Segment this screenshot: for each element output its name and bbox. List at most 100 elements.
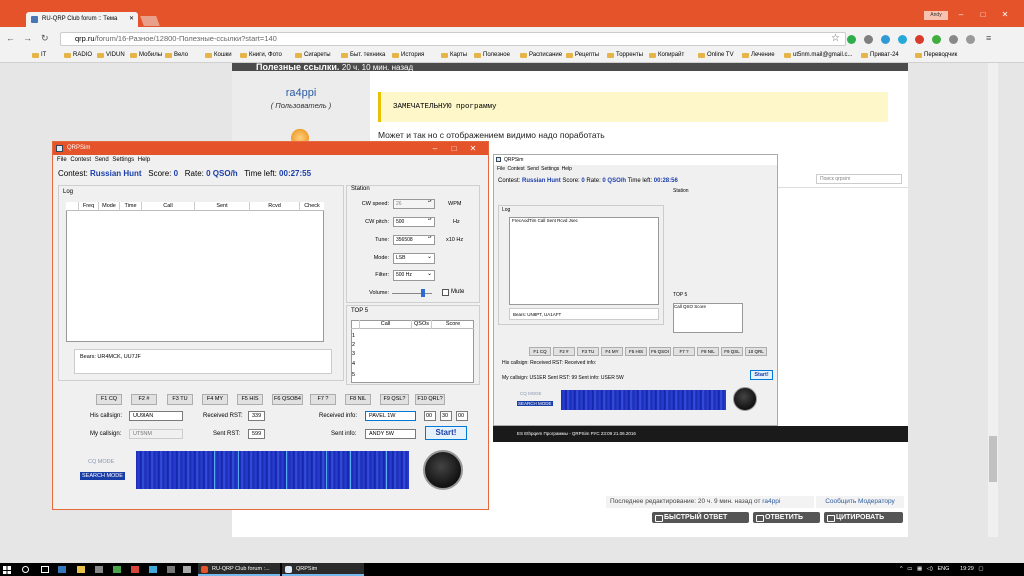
post-username[interactable]: ra4ppi bbox=[232, 87, 370, 99]
task-view-icon[interactable] bbox=[41, 566, 49, 573]
back-icon[interactable]: ← bbox=[6, 33, 15, 43]
scrollbar-thumb[interactable] bbox=[989, 436, 997, 482]
bookmark-item[interactable]: Расписание bbox=[520, 52, 562, 58]
bookmark-item[interactable]: Копирайт bbox=[649, 52, 684, 58]
f7-query-button[interactable]: F7 ? bbox=[310, 394, 336, 405]
menu-contest[interactable]: Contest bbox=[70, 157, 91, 163]
log-col-freq[interactable]: Freq bbox=[78, 202, 98, 211]
start-button[interactable]: Start! bbox=[425, 426, 467, 440]
log-col-check[interactable]: Check bbox=[299, 202, 324, 211]
search-icon[interactable] bbox=[22, 566, 29, 573]
waterfall-display[interactable] bbox=[136, 451, 409, 489]
windows-start-icon[interactable] bbox=[3, 566, 11, 574]
notifications-icon[interactable]: ▢ bbox=[978, 566, 983, 572]
received-info-input[interactable]: PAVEL 1W bbox=[365, 411, 416, 421]
f3-tu-button[interactable]: F3 TU bbox=[167, 394, 193, 405]
language-indicator[interactable]: ENG bbox=[937, 566, 949, 572]
timer-minutes-input[interactable]: 30 bbox=[440, 411, 452, 421]
log-col-time[interactable]: Time bbox=[119, 202, 141, 211]
bookmark-item[interactable]: Быт. техника bbox=[341, 52, 385, 58]
mute-checkbox[interactable] bbox=[442, 289, 449, 296]
log-col-rcvd[interactable]: Rcvd bbox=[249, 202, 299, 211]
bookmark-item[interactable]: Торренты bbox=[607, 52, 643, 58]
bookmark-item[interactable]: Сигареты bbox=[295, 52, 331, 58]
reply-button[interactable]: ОТВЕТИТЬ bbox=[753, 512, 820, 523]
app-icon[interactable] bbox=[183, 566, 191, 573]
battery-icon[interactable]: ▭ bbox=[907, 566, 912, 572]
extension-icon[interactable] bbox=[949, 35, 958, 44]
search-mode-toggle[interactable]: SEARCH MODE bbox=[80, 472, 125, 480]
extension-icon[interactable] bbox=[881, 35, 890, 44]
sent-info-input[interactable]: ANDY 5W bbox=[365, 429, 416, 439]
quote-button[interactable]: ЦИТИРОВАТЬ bbox=[824, 512, 903, 523]
extension-icon[interactable] bbox=[898, 35, 907, 44]
bookmark-item[interactable]: Приват-24 bbox=[861, 52, 899, 58]
extension-icon[interactable] bbox=[932, 35, 941, 44]
cw-pitch-spinner[interactable]: 500 bbox=[393, 217, 435, 227]
minimize-icon[interactable]: – bbox=[953, 9, 969, 21]
bookmark-item[interactable]: VIDUN bbox=[97, 52, 125, 58]
filter-select[interactable]: 500 Hz bbox=[393, 270, 435, 281]
volume-slider-thumb[interactable] bbox=[421, 289, 425, 297]
browser-tab[interactable]: RU-QRP Club forum :: Тема ✕ bbox=[26, 12, 138, 27]
bookmark-item[interactable]: Кошки bbox=[205, 52, 232, 58]
menu-settings[interactable]: Settings bbox=[112, 157, 134, 163]
maximize-icon[interactable]: □ bbox=[975, 9, 991, 21]
chevron-up-icon[interactable]: ^ bbox=[900, 566, 903, 572]
extension-icon[interactable] bbox=[966, 35, 975, 44]
extension-icon[interactable] bbox=[915, 35, 924, 44]
bookmark-star-icon[interactable]: ☆ bbox=[831, 33, 840, 44]
f8-nil-button[interactable]: F8 NIL bbox=[345, 394, 371, 405]
close-tab-icon[interactable]: ✕ bbox=[129, 15, 134, 22]
bookmark-item[interactable]: RADIO bbox=[64, 52, 92, 58]
bookmark-item[interactable]: Карты bbox=[441, 52, 467, 58]
store-icon[interactable] bbox=[95, 566, 103, 573]
top5-col-call[interactable]: Call bbox=[359, 320, 411, 329]
my-callsign-input[interactable]: UT5NM bbox=[129, 429, 183, 439]
f5-his-button[interactable]: F5 HIS bbox=[237, 394, 263, 405]
report-moderator-button[interactable]: Сообщить Модератору bbox=[816, 496, 904, 508]
log-table[interactable] bbox=[66, 202, 324, 342]
bookmark-item[interactable]: Полезное bbox=[474, 52, 510, 58]
extension-icon[interactable] bbox=[864, 35, 873, 44]
log-col-mode[interactable]: Mode bbox=[98, 202, 119, 211]
top5-col-score[interactable]: Score bbox=[431, 320, 474, 329]
log-col-call[interactable]: Call bbox=[141, 202, 194, 211]
new-tab-button[interactable] bbox=[140, 16, 160, 26]
qrpsim-maximize-icon[interactable]: □ bbox=[447, 142, 461, 155]
bookmark-item[interactable]: IT bbox=[32, 52, 46, 58]
edit-author-link[interactable]: ra4ppi bbox=[762, 498, 780, 505]
app-icon[interactable] bbox=[131, 566, 139, 573]
address-bar[interactable]: qrp.ru/forum/16-Разное/12800-Полезные-сс… bbox=[60, 32, 846, 46]
cq-mode-toggle[interactable]: CQ MODE bbox=[88, 459, 114, 465]
menu-file[interactable]: File bbox=[57, 157, 67, 163]
qrpsim-title-bar[interactable]: QRPSim bbox=[53, 142, 488, 155]
top5-col-qsos[interactable]: QSOs bbox=[411, 320, 431, 329]
timer-seconds-input[interactable]: 00 bbox=[456, 411, 468, 421]
mode-select[interactable]: LSB bbox=[393, 253, 435, 264]
extension-icon[interactable] bbox=[847, 35, 856, 44]
menu-help[interactable]: Help bbox=[138, 157, 150, 163]
volume-icon[interactable]: ◁) bbox=[927, 566, 933, 572]
clock[interactable]: 19:29 bbox=[960, 566, 974, 572]
bookmark-item[interactable]: Лечение bbox=[742, 52, 775, 58]
forward-icon[interactable]: → bbox=[23, 33, 32, 43]
tune-spinner[interactable]: 356508 bbox=[393, 235, 435, 245]
explorer-icon[interactable] bbox=[77, 566, 85, 573]
profile-button[interactable]: Andy bbox=[924, 11, 948, 20]
f6-qsob4-button[interactable]: F6 QSOB4 bbox=[272, 394, 303, 405]
app-icon[interactable] bbox=[113, 566, 121, 573]
sent-rst-input[interactable]: 599 bbox=[248, 429, 265, 439]
network-icon[interactable]: ▦ bbox=[917, 566, 922, 572]
f4-my-button[interactable]: F4 MY bbox=[202, 394, 228, 405]
reload-icon[interactable]: ↻ bbox=[41, 33, 49, 44]
app-icon[interactable] bbox=[167, 566, 175, 573]
menu-icon[interactable]: ≡ bbox=[986, 33, 991, 43]
log-col-sent[interactable]: Sent bbox=[194, 202, 249, 211]
quick-reply-button[interactable]: БЫСТРЫЙ ОТВЕТ bbox=[652, 512, 749, 523]
edge-icon[interactable] bbox=[58, 566, 66, 573]
bookmark-item[interactable]: История bbox=[392, 52, 424, 58]
close-window-icon[interactable]: ✕ bbox=[997, 9, 1013, 21]
qrpsim-minimize-icon[interactable]: – bbox=[428, 142, 442, 155]
received-rst-input[interactable]: 339 bbox=[248, 411, 265, 421]
